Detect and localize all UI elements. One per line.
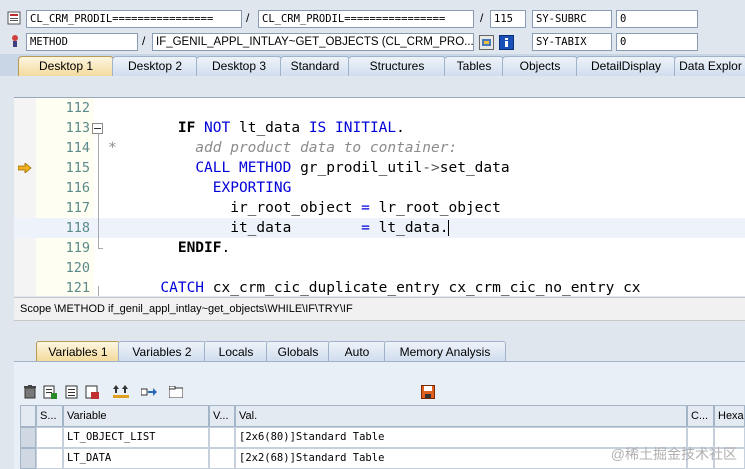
tab-globals[interactable]: Globals [266, 341, 330, 362]
tab-standard[interactable]: Standard [280, 56, 350, 77]
event-type-field[interactable]: METHOD [26, 33, 138, 51]
tab-tables[interactable]: Tables [444, 56, 504, 77]
info-icon[interactable] [498, 34, 514, 50]
row-selector[interactable] [20, 427, 36, 448]
block-guide-end [98, 248, 103, 249]
tab-content-area [0, 76, 745, 97]
separator: / [142, 34, 146, 48]
line-number: 113 [65, 120, 90, 136]
grid-cell-v [209, 448, 235, 469]
watermark: @稀土掘金技术社区 [610, 446, 737, 462]
line-number: 119 [65, 240, 90, 256]
tab-data-explorer[interactable]: Data Explor [674, 56, 745, 77]
line-number-field[interactable]: 115 [490, 10, 526, 28]
save-icon[interactable] [420, 384, 436, 400]
code-line-114: * add product data to container: [108, 140, 458, 156]
grid-header-change[interactable]: C... [687, 405, 714, 427]
sy-subrc-field[interactable]: SY-SUBRC [532, 10, 612, 28]
separator: / [480, 11, 484, 25]
block-guide-line [98, 134, 99, 248]
block-guide-line [98, 286, 99, 296]
line-number: 118 [65, 220, 90, 236]
export-icon[interactable] [84, 384, 100, 400]
tab-variables-2[interactable]: Variables 2 [118, 341, 206, 362]
insert-variable-icon[interactable] [42, 384, 58, 400]
tab-desktop-1[interactable]: Desktop 1 [18, 56, 114, 77]
breakpoint-gutter[interactable] [14, 98, 36, 296]
code-line-113: IF NOT lt_data IS INITIAL. [177, 120, 405, 136]
navigate-icon[interactable] [140, 384, 158, 400]
grid-cell-status [36, 427, 63, 448]
grid-header-status[interactable]: S... [36, 405, 63, 427]
line-number: 121 [65, 280, 90, 296]
code-line-119: ENDIF. [177, 240, 231, 256]
grid-header-hex[interactable]: Hexa [714, 405, 745, 427]
line-number: 114 [65, 140, 90, 156]
program-left-field[interactable]: CL_CRM_PRODIL================ [26, 10, 242, 28]
delete-icon[interactable] [22, 384, 38, 400]
source-code-editor[interactable]: 112 113 114 115 116 117 118 119 120 121 … [14, 97, 745, 296]
program-icon [6, 10, 22, 26]
folder-icon[interactable] [168, 384, 184, 400]
code-line-117: ir_root_object = lr_root_object [108, 200, 501, 216]
tab-desktop-2[interactable]: Desktop 2 [112, 56, 198, 77]
line-number: 120 [65, 260, 90, 276]
tab-locals[interactable]: Locals [204, 341, 268, 362]
code-line-115: CALL METHOD gr_prodil_util->set_data [195, 160, 510, 176]
method-icon [8, 33, 22, 49]
grid-cell-v [209, 427, 235, 448]
code-line-121: CATCH cx_crm_cic_duplicate_entry cx_crm_… [160, 280, 641, 296]
tab-memory-analysis[interactable]: Memory Analysis [384, 341, 506, 362]
sort-icon[interactable] [112, 384, 130, 400]
grid-cell-status [36, 448, 63, 469]
line-number: 117 [65, 200, 90, 216]
splitter-area[interactable] [14, 321, 745, 341]
line-number: 112 [65, 100, 90, 116]
grid-header-value[interactable]: Val. [235, 405, 687, 427]
tab-desktop-3[interactable]: Desktop 3 [196, 56, 282, 77]
grid-header-v[interactable]: V... [209, 405, 235, 427]
tab-variables-1[interactable]: Variables 1 [36, 341, 120, 362]
line-number: 115 [65, 160, 90, 176]
line-number: 116 [65, 180, 90, 196]
sy-tabix-value[interactable]: 0 [616, 33, 698, 51]
display-object-icon[interactable] [478, 34, 494, 50]
copy-list-icon[interactable] [64, 384, 80, 400]
separator: / [246, 11, 250, 25]
code-line-116: EXPORTING [212, 180, 292, 196]
grid-corner[interactable] [20, 405, 36, 427]
tab-detail-display[interactable]: DetailDisplay [576, 56, 676, 77]
program-right-field[interactable]: CL_CRM_PRODIL================ [258, 10, 474, 28]
grid-header-variable[interactable]: Variable [63, 405, 209, 427]
tab-structures[interactable]: Structures [348, 56, 446, 77]
collapse-block-icon[interactable] [92, 123, 103, 134]
code-line-118: it_data = lt_data. [108, 220, 450, 236]
event-name-field[interactable]: IF_GENIL_APPL_INTLAY~GET_OBJECTS (CL_CRM… [152, 33, 474, 51]
scope-breadcrumb: Scope \METHOD if_genil_appl_intlay~get_o… [14, 297, 745, 321]
row-selector[interactable] [20, 448, 36, 469]
grid-cell-variable[interactable]: LT_OBJECT_LIST [63, 427, 209, 448]
desktop-tab-bar: Desktop 1 Desktop 2 Desktop 3 Standard S… [0, 54, 745, 77]
sy-tabix-field[interactable]: SY-TABIX [532, 33, 612, 51]
sy-subrc-value[interactable]: 0 [616, 10, 698, 28]
grid-cell-variable[interactable]: LT_DATA [63, 448, 209, 469]
tab-objects[interactable]: Objects [502, 56, 578, 77]
execution-pointer-icon [17, 162, 33, 174]
tab-auto[interactable]: Auto [328, 341, 386, 362]
